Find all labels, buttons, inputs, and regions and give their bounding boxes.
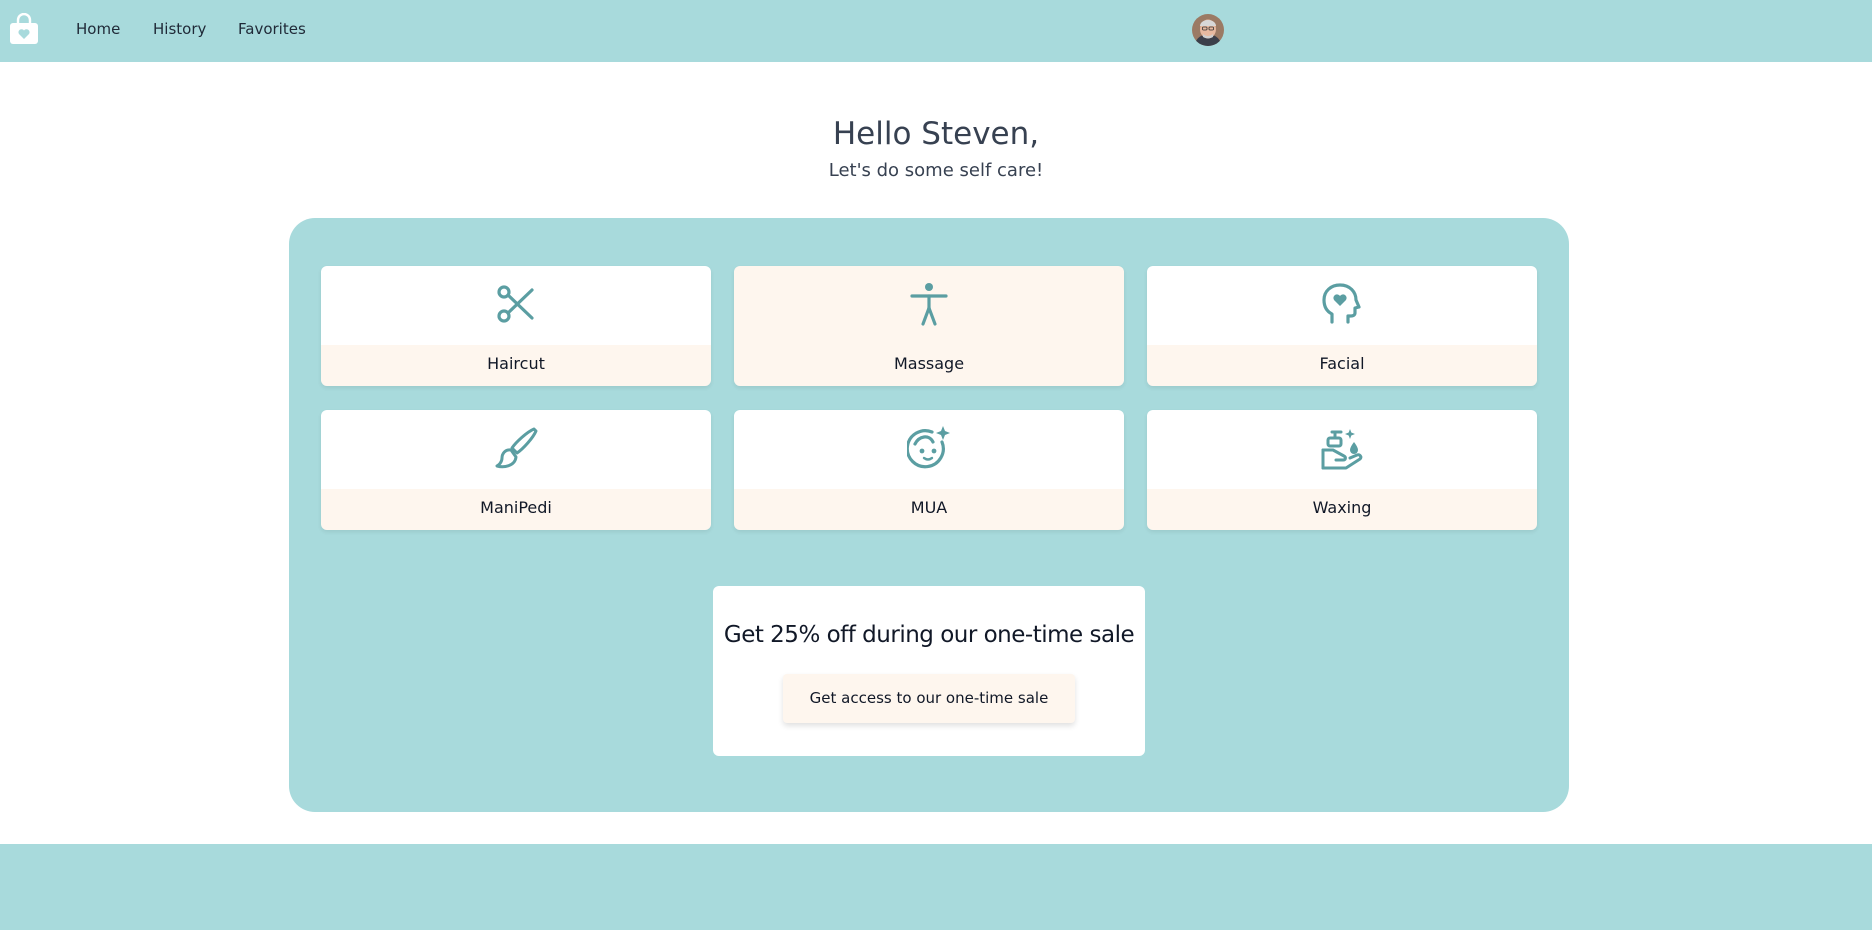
card-label-area: Waxing xyxy=(1147,489,1537,530)
scissors-icon xyxy=(497,285,534,323)
card-icon-area xyxy=(734,266,1124,345)
shopping-bag-logo-icon[interactable] xyxy=(9,12,39,45)
sale-access-button-label: Get access to our one-time sale xyxy=(809,689,1049,707)
soap-hand-icon xyxy=(1321,429,1363,470)
card-label-area: Haircut xyxy=(321,345,711,386)
service-card-mua[interactable]: MUA xyxy=(734,410,1124,530)
nav-home-link[interactable]: Home xyxy=(76,20,120,38)
head-heart-icon xyxy=(1322,283,1361,324)
greeting-subtitle: Let's do some self care! xyxy=(828,160,1044,181)
service-card-facial[interactable]: Facial xyxy=(1147,266,1537,386)
card-icon-area xyxy=(321,266,711,345)
person-standing-icon xyxy=(910,283,948,326)
service-label: Massage xyxy=(893,354,965,373)
service-label: MUA xyxy=(910,498,948,517)
card-label-area: Facial xyxy=(1147,345,1537,386)
card-label-area: Massage xyxy=(734,345,1124,386)
card-label-area: MUA xyxy=(734,489,1124,530)
service-label: Waxing xyxy=(1312,498,1372,517)
service-card-haircut[interactable]: Haircut xyxy=(321,266,711,386)
paintbrush-icon xyxy=(495,427,538,469)
service-label: Facial xyxy=(1319,354,1365,373)
service-label: ManiPedi xyxy=(480,498,552,517)
service-card-manipedi[interactable]: ManiPedi xyxy=(321,410,711,530)
sparkle-face-icon xyxy=(907,426,950,469)
greeting-title: Hello Steven, xyxy=(832,116,1040,152)
promo-title: Get 25% off during our one-time sale xyxy=(723,622,1135,648)
card-icon-area xyxy=(734,410,1124,489)
service-card-waxing[interactable]: Waxing xyxy=(1147,410,1537,530)
promo-card: Get 25% off during our one-time sale Get… xyxy=(713,586,1145,756)
service-card-massage[interactable]: Massage xyxy=(734,266,1124,386)
card-icon-area xyxy=(1147,410,1537,489)
top-navigation-bar: Home History Favorites xyxy=(0,0,1872,62)
user-avatar[interactable] xyxy=(1192,14,1224,46)
footer xyxy=(0,844,1872,930)
service-label: Haircut xyxy=(487,354,545,373)
card-label-area: ManiPedi xyxy=(321,489,711,530)
sale-access-button[interactable]: Get access to our one-time sale xyxy=(783,674,1075,723)
card-icon-area xyxy=(321,410,711,489)
nav-history-link[interactable]: History xyxy=(153,20,206,38)
nav-favorites-link[interactable]: Favorites xyxy=(238,20,306,38)
card-icon-area xyxy=(1147,266,1537,345)
